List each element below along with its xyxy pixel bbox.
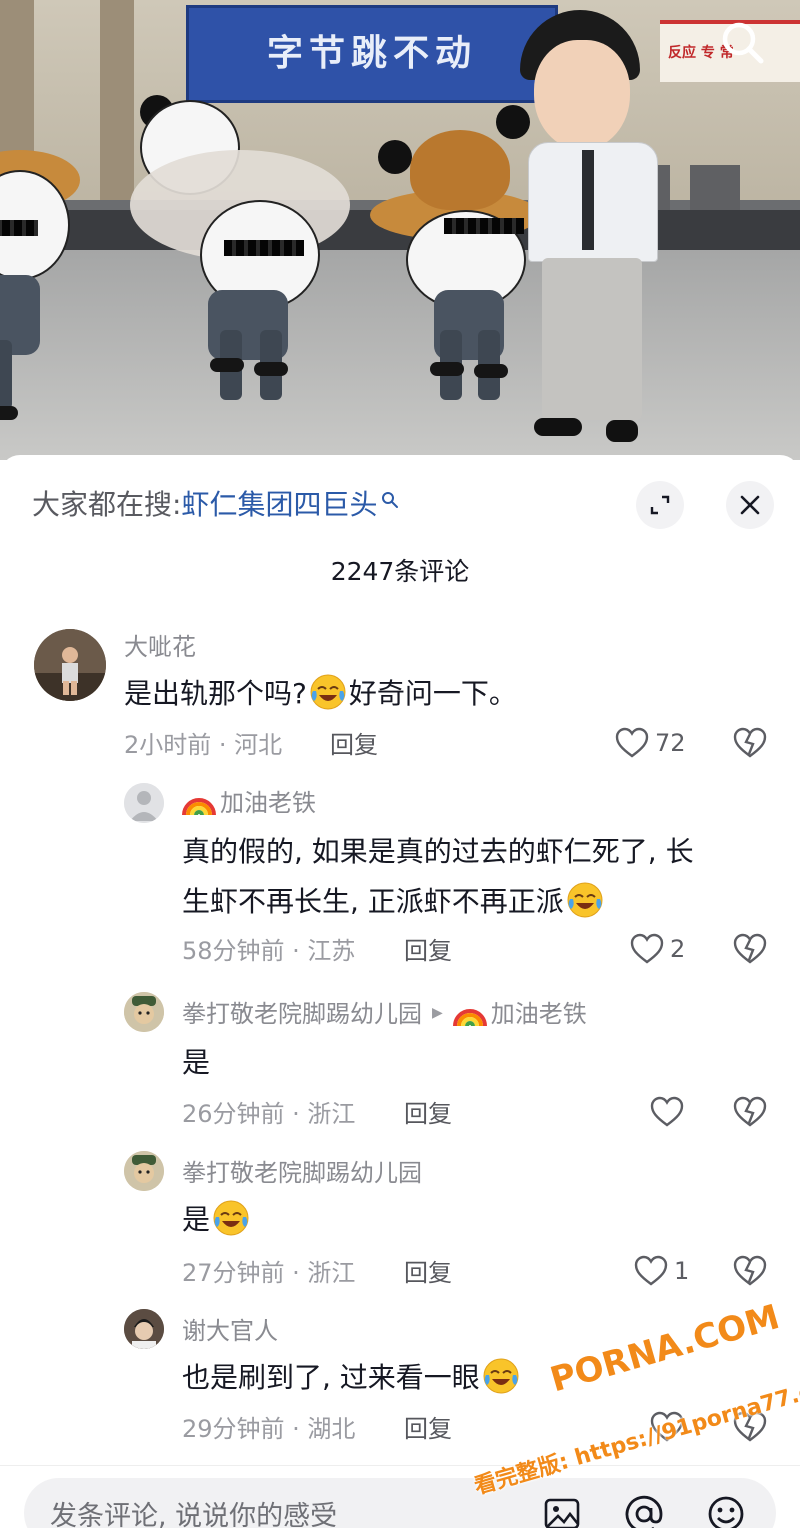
reply-button[interactable]: 回复	[404, 935, 452, 967]
comment-meta: 27分钟前 · 浙江	[182, 1259, 356, 1287]
like-count: 1	[674, 1257, 690, 1285]
dislike-icon[interactable]	[733, 933, 767, 965]
reply-button[interactable]: 回复	[404, 1413, 452, 1445]
comment-text: 是	[182, 1046, 211, 1079]
like-count: 2	[670, 935, 686, 963]
like-button[interactable]: 72	[615, 727, 686, 759]
panda-character	[120, 90, 360, 400]
scene-cabinet	[690, 165, 740, 210]
avatar[interactable]	[124, 992, 164, 1032]
comment-item: 大呲花 是出轨那个吗? 好奇问一下。 2小时前 · 河北 回复 72	[0, 625, 800, 775]
scene-sign: 字节跳不动	[186, 5, 558, 103]
heart-icon	[634, 1255, 668, 1286]
trending-prefix: 大家都在搜:	[32, 488, 182, 521]
comment-text: 也是刷到了, 过来看一眼	[182, 1353, 522, 1403]
laugh-cry-emoji-icon	[310, 674, 346, 710]
dislike-icon[interactable]	[733, 727, 767, 759]
laugh-cry-emoji-icon	[213, 1200, 249, 1236]
comment-text: 是出轨那个吗? 好奇问一下。	[124, 669, 517, 719]
like-button[interactable]	[650, 1096, 690, 1128]
close-icon	[740, 495, 760, 515]
reply-arrow-icon: ▶	[432, 1005, 443, 1021]
username[interactable]: 拳打敬老院脚踢幼儿园 ▶ 加油老铁	[182, 998, 587, 1031]
rainbow-emoji-icon	[182, 798, 216, 816]
rainbow-emoji-icon	[452, 1009, 487, 1027]
heart-icon	[650, 1096, 684, 1127]
comment-text: 真的假的, 如果是真的过去的虾仁死了, 长生虾不再长生, 正派虾不再正派	[182, 835, 694, 918]
panda-character	[0, 150, 80, 420]
reply-button[interactable]: 回复	[404, 1257, 452, 1289]
dislike-icon[interactable]	[733, 1096, 767, 1128]
dislike-icon[interactable]	[733, 1255, 767, 1287]
trending-search[interactable]: 大家都在搜:虾仁集团四巨头	[32, 485, 399, 525]
reply-button[interactable]: 回复	[330, 729, 378, 761]
heart-icon	[615, 727, 649, 758]
close-button[interactable]	[726, 481, 774, 529]
at-icon[interactable]	[624, 1494, 664, 1528]
expand-button[interactable]	[636, 481, 684, 529]
expand-icon	[650, 495, 670, 515]
trending-keyword[interactable]: 虾仁集团四巨头	[181, 488, 377, 521]
like-button[interactable]: 1	[634, 1255, 689, 1287]
username[interactable]: 谢大官人	[182, 1315, 278, 1347]
comment-sheet: 大家都在搜:虾仁集团四巨头 2247条评论 大呲花 是出轨那个吗? 好奇问一下。 …	[0, 455, 800, 1528]
comment-meta: 2小时前 · 河北	[124, 731, 283, 759]
comment-text: 是	[182, 1195, 252, 1245]
avatar[interactable]	[124, 1309, 164, 1349]
avatar[interactable]	[124, 783, 164, 823]
laugh-cry-emoji-icon	[567, 882, 603, 918]
reply-item: 加油老铁 真的假的, 如果是真的过去的虾仁死了, 长生虾不再长生, 正派虾不再正…	[0, 783, 800, 973]
like-count: 72	[655, 729, 686, 757]
avatar[interactable]	[34, 629, 106, 701]
comment-input-bar: 发条评论, 说说你的感受	[0, 1465, 800, 1528]
username[interactable]: 拳打敬老院脚踢幼儿园	[182, 1157, 422, 1189]
reply-target[interactable]: 加油老铁	[491, 1000, 587, 1028]
comment-placeholder: 发条评论, 说说你的感受	[50, 1501, 338, 1528]
man-character	[520, 10, 670, 450]
video-frame[interactable]: 字节跳不动 反应 专 常	[0, 0, 800, 460]
username[interactable]: 加油老铁	[182, 787, 316, 819]
username[interactable]: 大呲花	[124, 631, 196, 663]
comment-meta: 26分钟前 · 浙江	[182, 1100, 356, 1128]
heart-icon	[630, 933, 664, 964]
reply-item: 拳打敬老院脚踢幼儿园 是 27分钟前 · 浙江 回复 1	[0, 1149, 800, 1289]
reply-item: 拳打敬老院脚踢幼儿园 ▶ 加油老铁 是 26分钟前 · 浙江 回复	[0, 990, 800, 1130]
search-icon[interactable]	[718, 18, 768, 68]
laugh-cry-emoji-icon	[483, 1358, 519, 1394]
search-small-icon	[382, 492, 399, 508]
comment-meta: 29分钟前 · 湖北	[182, 1415, 356, 1443]
image-icon[interactable]	[542, 1494, 582, 1528]
like-button[interactable]: 2	[630, 933, 685, 965]
comment-count: 2247条评论	[330, 557, 470, 586]
reply-button[interactable]: 回复	[404, 1098, 452, 1130]
comment-meta: 58分钟前 · 江苏	[182, 937, 356, 965]
avatar[interactable]	[124, 1151, 164, 1191]
emoji-icon[interactable]	[706, 1494, 746, 1528]
